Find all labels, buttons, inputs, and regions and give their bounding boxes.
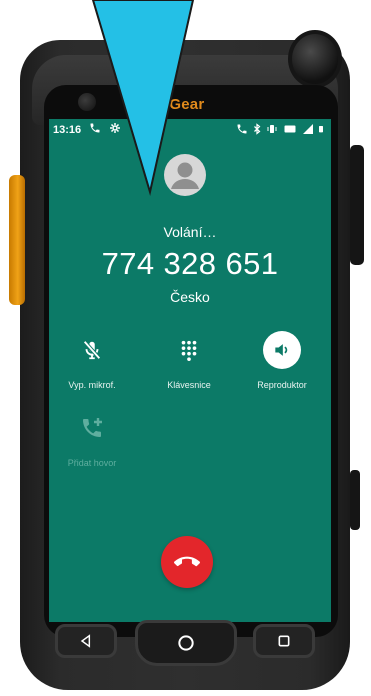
dialpad-icon (170, 331, 208, 369)
call-screen: 13:16 Volání… 774 328 651 Česko Vyp. mik… (49, 119, 331, 622)
right-side-key[interactable] (350, 145, 364, 265)
call-active-icon (237, 124, 247, 134)
microphone-off-icon (73, 331, 111, 369)
recents-button[interactable] (253, 624, 315, 658)
battery-icon (319, 126, 323, 133)
speaker-label: Reproduktor (257, 380, 307, 390)
bluetooth-icon (254, 123, 261, 135)
person-icon (171, 162, 199, 189)
signal-icon (303, 124, 313, 134)
end-call-button[interactable] (161, 536, 213, 588)
phone-status-icon (90, 123, 100, 133)
right-lower-key[interactable] (350, 470, 360, 530)
speaker-button[interactable]: Reproduktor (237, 331, 327, 390)
rotary-knob[interactable] (288, 30, 342, 88)
mute-label: Vyp. mikrof. (68, 380, 116, 390)
add-call-icon (73, 409, 111, 447)
call-status-text: Volání… (163, 224, 217, 240)
vibrate-icon (267, 125, 277, 133)
recents-square-icon (278, 635, 290, 647)
navigation-bar (35, 620, 335, 668)
status-left-icons (89, 122, 121, 137)
status-time: 13:16 (53, 124, 82, 136)
front-camera-icon (78, 93, 96, 111)
status-bar: 13:16 (49, 119, 331, 141)
mute-button[interactable]: Vyp. mikrof. (49, 331, 137, 390)
home-circle-icon (178, 635, 194, 651)
hang-up-icon (174, 556, 200, 567)
caller-avatar (164, 154, 206, 196)
settings-status-icon (110, 123, 121, 133)
back-button[interactable] (55, 624, 117, 658)
nfc-icon (284, 125, 296, 133)
keypad-button[interactable]: Klávesnice (144, 331, 234, 390)
brand-logo: gGear (160, 96, 205, 113)
status-right-icons (236, 123, 325, 135)
add-call-button[interactable]: Přidat hovor (49, 409, 137, 468)
add-call-label: Přidat hovor (67, 458, 117, 468)
ptt-side-key[interactable] (9, 175, 25, 305)
speaker-icon (263, 331, 301, 369)
keypad-label: Klávesnice (167, 380, 211, 390)
back-triangle-icon (80, 634, 91, 648)
caller-country: Česko (170, 289, 210, 305)
home-button[interactable] (135, 620, 237, 666)
caller-number: 774 328 651 (101, 246, 279, 281)
